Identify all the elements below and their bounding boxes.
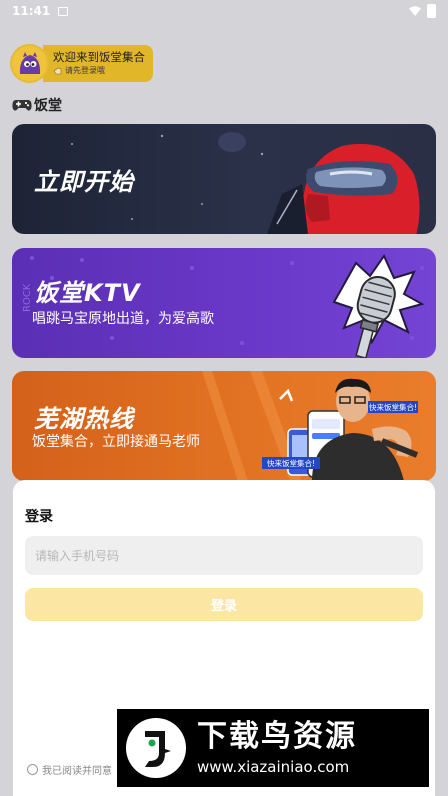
agreement-row[interactable]: 我已阅读并同意 — [27, 762, 112, 777]
status-bar: 11:41 — [0, 0, 448, 22]
art-tag-1: 快来饭堂集合! — [369, 402, 417, 412]
battery-icon — [427, 4, 436, 18]
watermark: 下载鸟资源 www.xiazainiao.com — [117, 709, 429, 787]
agreement-radio[interactable] — [27, 764, 38, 775]
avatar[interactable] — [12, 45, 47, 81]
welcome-box[interactable]: 欢迎来到饭堂集合 请先登录哦 — [43, 44, 153, 82]
status-icons — [409, 4, 436, 18]
watermark-url: www.xiazainiao.com — [197, 758, 350, 776]
gallery-notification-icon — [58, 6, 69, 16]
login-button[interactable]: 登录 — [25, 588, 423, 621]
monster-avatar-icon — [19, 52, 40, 74]
login-hint: 请先登录哦 — [53, 65, 145, 77]
banner-title: 饭堂KTV — [34, 279, 141, 307]
watermark-title: 下载鸟资源 — [197, 719, 357, 754]
banner-subtitle: 唱跳马宝原地出道，为爱高歌 — [32, 311, 214, 327]
banner-title: 立即开始 — [34, 168, 134, 196]
banner-start[interactable]: 立即开始 — [12, 124, 436, 234]
login-hint-text: 请先登录哦 — [65, 66, 105, 75]
section-title: 饭堂 — [12, 95, 62, 115]
agreement-text: 我已阅读并同意 — [42, 766, 112, 777]
hand-point-icon — [53, 67, 62, 75]
wifi-icon — [409, 6, 421, 16]
user-chip[interactable]: 欢迎来到饭堂集合 请先登录哦 — [12, 44, 153, 82]
welcome-text: 欢迎来到饭堂集合 — [53, 50, 145, 64]
status-time: 11:41 — [12, 4, 51, 18]
banner-title: 芜湖热线 — [34, 405, 134, 433]
gamepad-icon — [12, 100, 32, 111]
section-title-text: 饭堂 — [34, 98, 62, 114]
banner-hotline[interactable]: 快来饭堂集合! 快来饭堂集合! 芜湖热线 饭堂集合，立即接通马老师 — [12, 371, 436, 481]
watermark-text: 下载鸟资源 www.xiazainiao.com — [197, 718, 357, 778]
phone-input[interactable] — [25, 536, 423, 575]
art-tag-2: 快来饭堂集合! — [267, 458, 315, 468]
login-title: 登录 — [25, 509, 53, 525]
banner-ktv[interactable]: ROCK 饭堂KTV 唱跳马宝原地出道，为爱高歌 — [12, 248, 436, 358]
bird-logo-icon — [126, 718, 186, 778]
banner-subtitle: 饭堂集合，立即接通马老师 — [32, 434, 200, 450]
